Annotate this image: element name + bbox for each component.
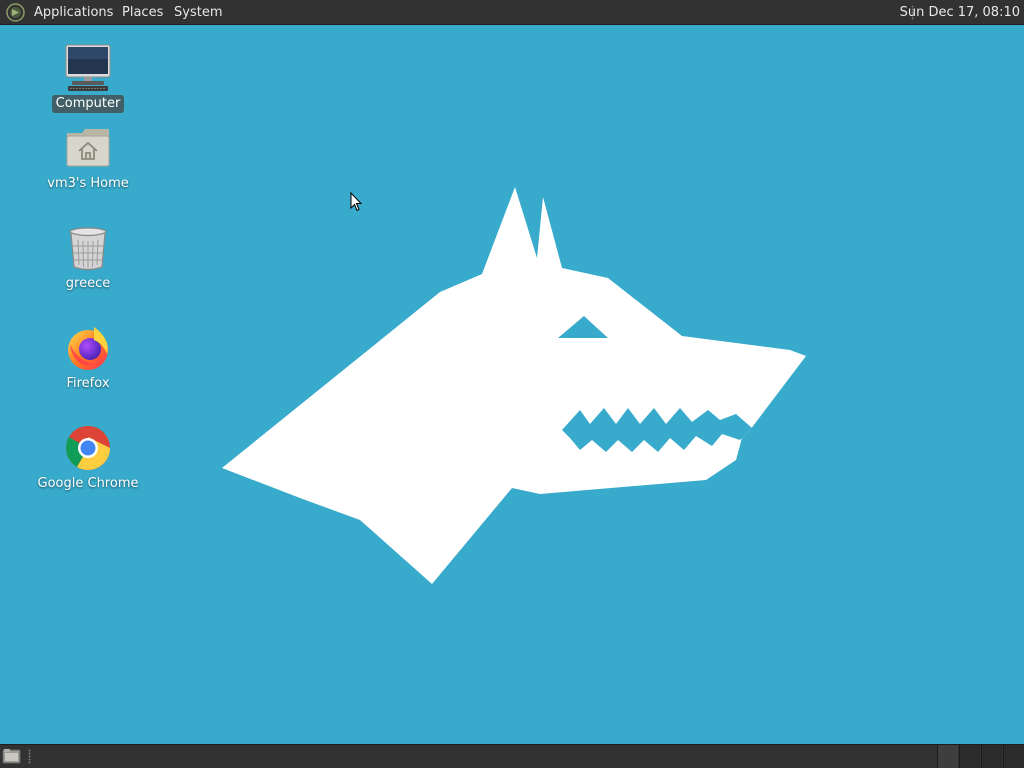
- applications-menu[interactable]: Applications: [34, 4, 113, 21]
- top-panel: Applications Places System Sun Dec 17, 0…: [0, 0, 1024, 25]
- desktop-icon-trash[interactable]: greece: [33, 224, 143, 293]
- workspace-2[interactable]: [959, 745, 980, 768]
- trash-icon: [69, 227, 107, 271]
- panel-drag-handle[interactable]: [28, 749, 31, 764]
- firefox-icon: [68, 327, 108, 370]
- show-desktop-icon[interactable]: [2, 748, 21, 765]
- desktop-icon-home[interactable]: vm3's Home: [33, 124, 143, 193]
- desktop-icon-label: Firefox: [66, 376, 110, 391]
- desktop-icon-computer[interactable]: Computer: [33, 44, 143, 113]
- places-menu[interactable]: Places: [122, 4, 163, 21]
- desktop-icon-label: Computer: [51, 95, 125, 113]
- workspace-4[interactable]: [1003, 745, 1024, 768]
- wallpaper-wolf-logo: [222, 187, 806, 584]
- desktop-icon-firefox[interactable]: Firefox: [33, 324, 143, 393]
- desktop-icon-chrome[interactable]: Google Chrome: [33, 424, 143, 493]
- clock[interactable]: Sun Dec 17, 08:10: [900, 4, 1020, 21]
- computer-icon: [65, 44, 111, 91]
- desktop-icon-label: Google Chrome: [37, 476, 139, 491]
- mouse-pointer-icon: [350, 192, 362, 212]
- desktop-icon-label: greece: [65, 276, 111, 291]
- mint-menu-logo-icon[interactable]: [6, 3, 25, 22]
- home-folder-icon: [66, 129, 110, 167]
- desktop-icon-label: vm3's Home: [47, 176, 129, 191]
- workspace-3[interactable]: [981, 745, 1002, 768]
- chrome-icon: [66, 426, 110, 470]
- workspace-1[interactable]: [937, 745, 958, 768]
- system-menu[interactable]: System: [174, 4, 222, 21]
- bottom-panel: [0, 744, 1024, 768]
